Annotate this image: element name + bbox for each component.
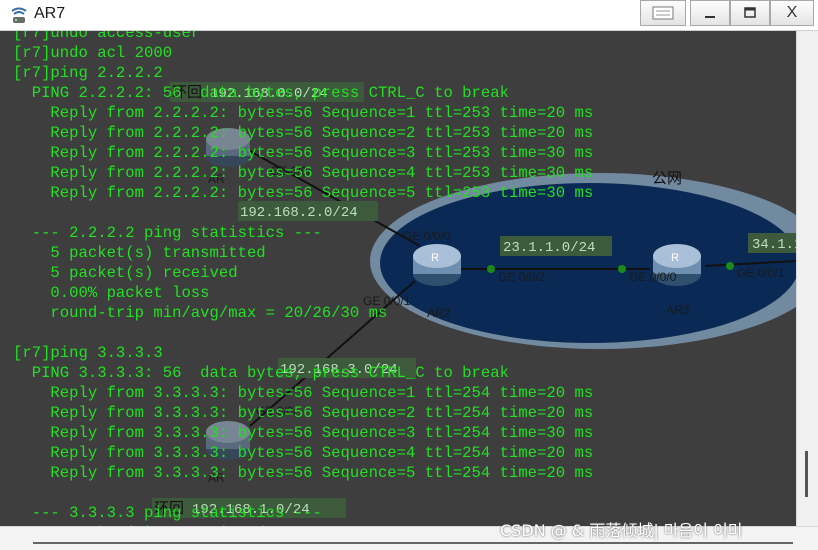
csdn-watermark: CSDN @ & 雨落倾城| 마음이 이미 (500, 521, 743, 540)
ar3-label: AR3 (666, 303, 690, 317)
terminal-line: PING 3.3.3.3: 56 data bytes, press CTRL_… (13, 364, 509, 382)
title-bar: AR7 X (0, 0, 818, 31)
terminal-line: Reply from 2.2.2.2: bytes=56 Sequence=4 … (13, 164, 594, 182)
terminal-line: Reply from 3.3.3.3: bytes=56 Sequence=1 … (13, 384, 594, 402)
terminal-line: Reply from 2.2.2.2: bytes=56 Sequence=5 … (13, 184, 594, 202)
terminal-output: [r7]undo access-user [r7]undo acl 2000 [r7… (13, 31, 593, 526)
ar3-if-g001: GE 0/0/1 (737, 266, 785, 280)
ar3-if-g000: GE 0/0/0 (629, 270, 677, 284)
terminal-line: Reply from 2.2.2.2: bytes=56 Sequence=2 … (13, 124, 594, 142)
horizontal-scroll-thumb[interactable] (33, 542, 793, 544)
window-menu-button[interactable] (640, 0, 686, 26)
terminal-line: --- 2.2.2.2 ping statistics --- (13, 224, 322, 242)
terminal-line: [r7]undo access-user (13, 31, 201, 42)
terminal-line: [r7]undo acl 2000 (13, 44, 173, 62)
terminal-line: Reply from 3.3.3.3: bytes=56 Sequence=4 … (13, 444, 594, 462)
svg-text:R: R (671, 252, 679, 264)
terminal-line: round-trip min/avg/max = 20/26/30 ms (13, 304, 388, 322)
terminal-line: Reply from 3.3.3.3: bytes=56 Sequence=2 … (13, 404, 594, 422)
maximize-button[interactable] (730, 0, 770, 26)
terminal-line: [r7]ping 2.2.2.2 (13, 64, 163, 82)
terminal-line: PING 2.2.2.2: 56 data bytes, press CTRL_… (13, 84, 509, 102)
port-dot (726, 262, 734, 270)
window-menu-icon (652, 6, 674, 20)
public-net-label: 公网 (652, 169, 682, 187)
router-app-icon (11, 7, 27, 23)
terminal-line: Reply from 2.2.2.2: bytes=56 Sequence=1 … (13, 104, 594, 122)
terminal-line: 0.00% packet loss (13, 284, 210, 302)
terminal-line: 5 packet(s) received (13, 264, 238, 282)
vertical-scrollbar[interactable] (796, 31, 818, 526)
close-icon: X (786, 4, 798, 21)
close-button[interactable]: X (770, 0, 814, 26)
minimize-icon (705, 16, 715, 18)
terminal-line: Reply from 3.3.3.3: bytes=56 Sequence=5 … (13, 464, 594, 482)
terminal-line: Reply from 2.2.2.2: bytes=56 Sequence=3 … (13, 144, 594, 162)
terminal-pane[interactable]: R R 环回 192.168.0.0/24 192.168.2.0/24 23.… (0, 31, 796, 526)
port-dot (618, 265, 626, 273)
terminal-line: Reply from 3.3.3.3: bytes=56 Sequence=3 … (13, 424, 594, 442)
net-right-label: 34.1.1. (752, 237, 796, 253)
terminal-line: 5 packet(s) transmitted (13, 244, 266, 262)
maximize-icon (744, 7, 756, 18)
vertical-scroll-thumb[interactable] (805, 451, 808, 497)
terminal-line: [r7]ping 3.3.3.3 (13, 344, 163, 362)
window-title: AR7 (34, 5, 66, 22)
minimize-button[interactable] (690, 0, 730, 26)
